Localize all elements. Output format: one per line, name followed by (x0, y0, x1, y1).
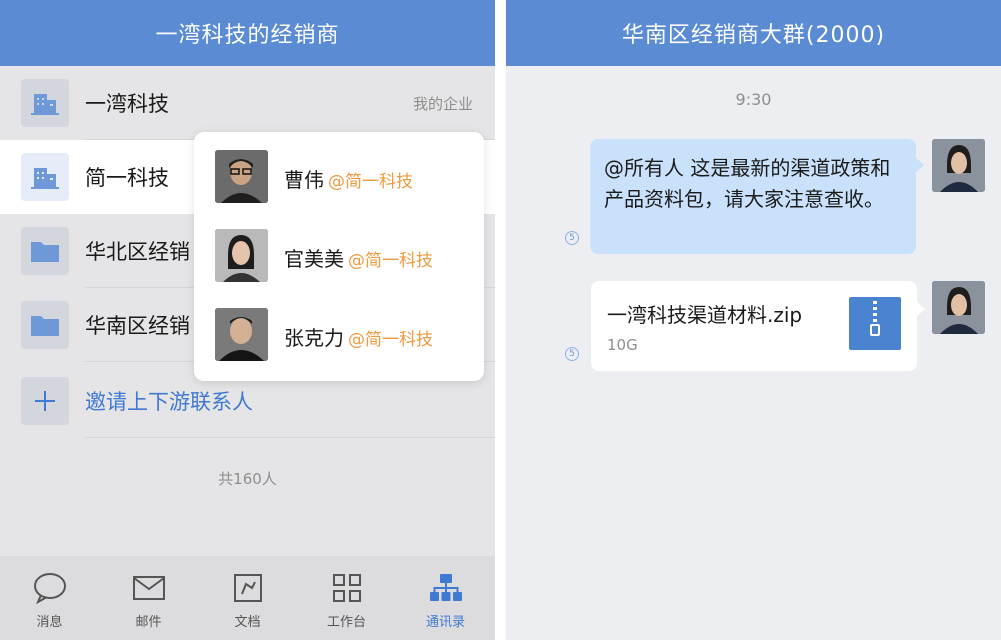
popup-contact-item[interactable]: 张克力 @简一科技 (194, 308, 484, 368)
avatar (215, 150, 268, 203)
tab-label: 邮件 (135, 615, 162, 630)
read-receipt-badge[interactable]: 5 (565, 347, 579, 361)
avatar (215, 229, 268, 282)
folder-icon (21, 301, 69, 349)
contact-name-row: 官美美 @简一科技 (284, 243, 433, 272)
chat-title: 华南区经销商大群(2000) (621, 23, 886, 48)
list-item-label: 华北区经销 (85, 240, 190, 264)
contact-name: 曹伟 (284, 168, 324, 192)
mail-icon (132, 571, 166, 605)
divider (85, 437, 495, 438)
list-item-label: 华南区经销 (85, 314, 190, 338)
zip-file-icon (849, 297, 901, 350)
list-item-yiwan[interactable]: 一湾科技 我的企业 (0, 66, 495, 140)
tab-label: 文档 (234, 615, 261, 630)
contact-org: @简一科技 (348, 251, 433, 271)
folder-icon (21, 227, 69, 275)
chat-screen: 华南区经销商大群(2000) 9:30 5 @所有人 这是最新的渠道政策和产品资… (506, 0, 1001, 640)
tab-workbench[interactable]: 工作台 (297, 556, 396, 640)
contacts-header: 一湾科技的经销商 (0, 0, 495, 66)
list-item-label: 简一科技 (85, 166, 169, 190)
member-count: 共160人 (218, 470, 277, 488)
tab-docs[interactable]: 文档 (198, 556, 297, 640)
tab-messages[interactable]: 消息 (0, 556, 99, 640)
contact-name: 官美美 (284, 247, 344, 271)
contact-name: 张克力 (284, 326, 344, 350)
contact-name-row: 张克力 @简一科技 (284, 322, 433, 351)
popup-contact-item[interactable]: 曹伟 @简一科技 (194, 150, 484, 210)
message-bubble[interactable]: @所有人 这是最新的渠道政策和产品资料包，请大家注意查收。 (590, 139, 924, 254)
tab-mail[interactable]: 邮件 (99, 556, 198, 640)
sender-avatar[interactable] (932, 139, 985, 192)
contact-popup: 曹伟 @简一科技 官美美 @简一科技 张克力 @简一科技 (194, 132, 484, 381)
org-chart-icon (429, 571, 463, 605)
screenshot-root: 一湾科技的经销商 一湾科技 我的企业 简一科技 华北区经销 华南区经销 邀请上下… (0, 0, 1001, 640)
file-size: 10G (607, 336, 638, 354)
read-count: 5 (569, 233, 575, 243)
list-item-label: 一湾科技 (85, 92, 169, 116)
avatar (215, 308, 268, 361)
building-icon (21, 79, 69, 127)
read-count: 5 (569, 349, 575, 359)
tab-label: 通讯录 (425, 615, 465, 630)
tab-label: 消息 (36, 615, 63, 630)
my-company-tag: 我的企业 (412, 94, 473, 113)
contacts-screen: 一湾科技的经销商 一湾科技 我的企业 简一科技 华北区经销 华南区经销 邀请上下… (0, 0, 495, 640)
file-message-card[interactable]: 一湾科技渠道材料.zip 10G (591, 281, 925, 371)
document-icon (231, 571, 265, 605)
message-text: @所有人 这是最新的渠道政策和产品资料包，请大家注意查收。 (604, 156, 891, 211)
message-timestamp: 9:30 (735, 90, 772, 109)
tab-contacts[interactable]: 通讯录 (396, 556, 495, 640)
header-title: 一湾科技的经销商 (155, 23, 340, 48)
invite-label: 邀请上下游联系人 (85, 390, 253, 414)
file-name: 一湾科技渠道材料.zip (607, 303, 803, 327)
grid-icon (330, 571, 364, 605)
read-receipt-badge[interactable]: 5 (565, 231, 579, 245)
sender-avatar[interactable] (932, 281, 985, 334)
contact-org: @简一科技 (348, 330, 433, 350)
contact-org: @简一科技 (328, 172, 413, 192)
popup-contact-item[interactable]: 官美美 @简一科技 (194, 229, 484, 289)
contact-name-row: 曹伟 @简一科技 (284, 164, 413, 193)
bottom-tab-bar: 消息 邮件 文档 工作台 通讯录 (0, 556, 495, 640)
chat-bubble-icon (33, 571, 67, 605)
plus-icon (21, 377, 69, 425)
building-icon (21, 153, 69, 201)
tab-label: 工作台 (326, 615, 366, 630)
chat-header: 华南区经销商大群(2000) (506, 0, 1001, 66)
